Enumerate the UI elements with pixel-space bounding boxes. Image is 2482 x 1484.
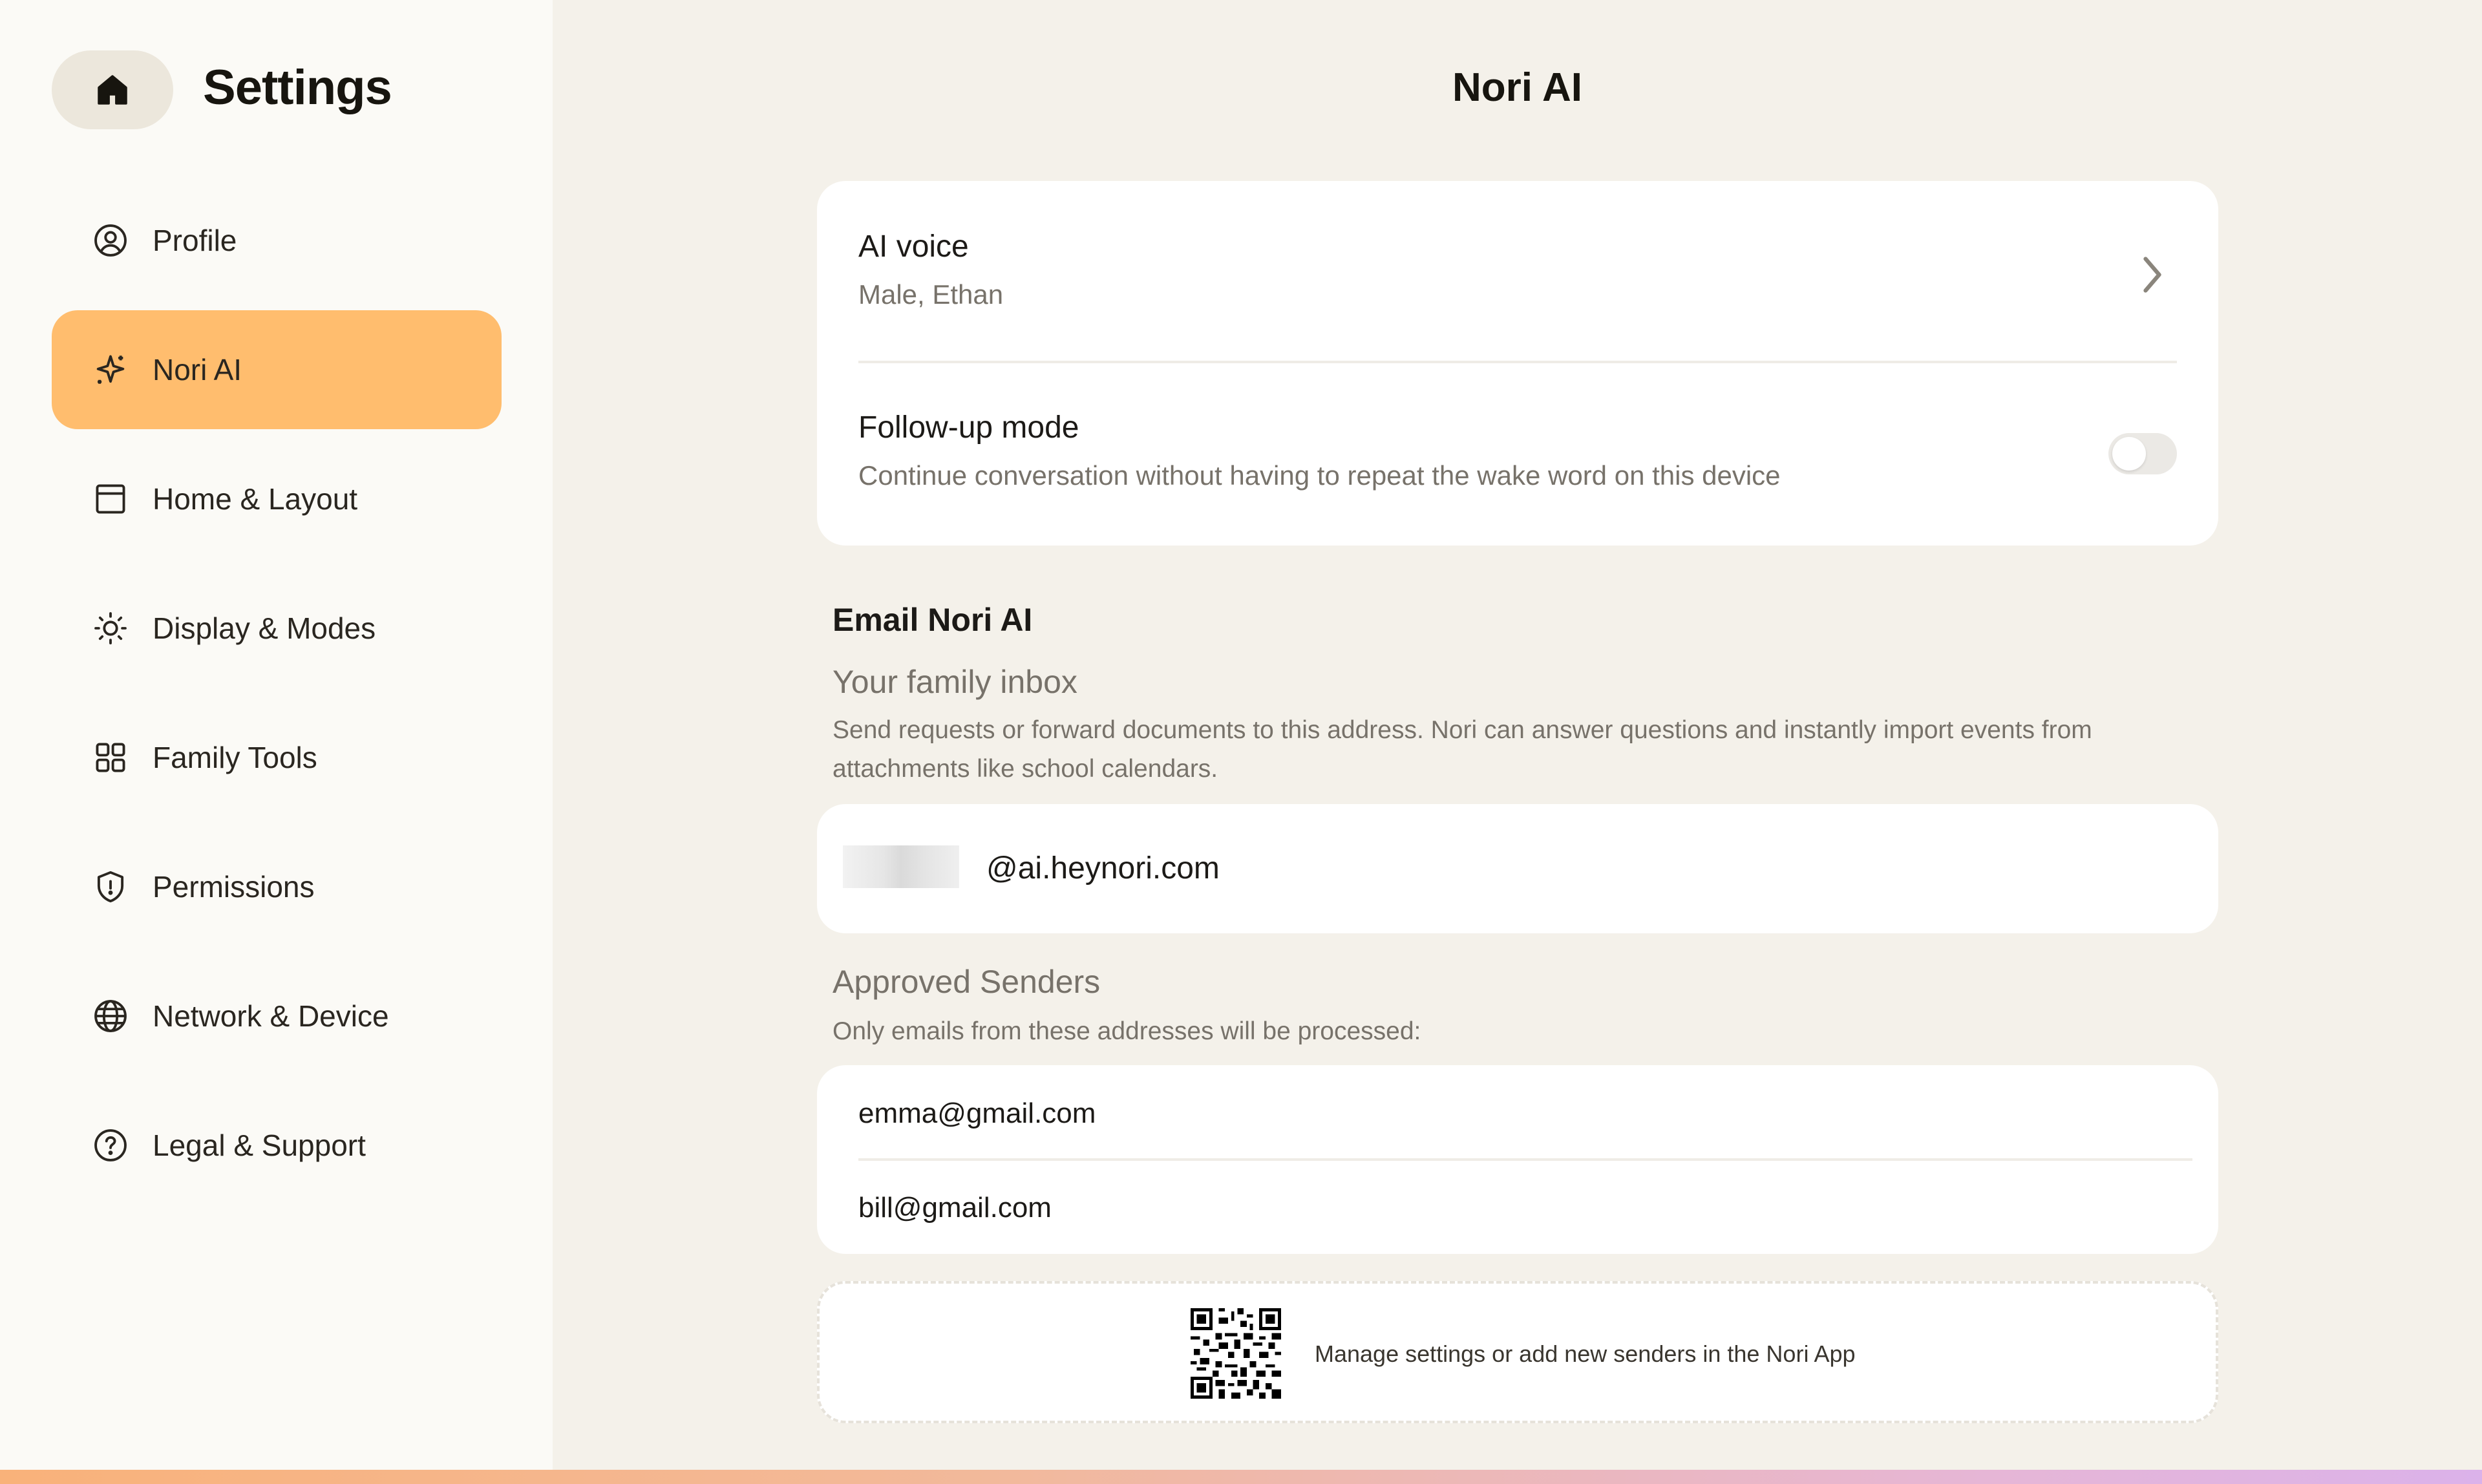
sidebar-item-permissions[interactable]: Permissions (52, 827, 502, 946)
sidebar-item-label: Permissions (153, 870, 315, 904)
sidebar-item-label: Family Tools (153, 741, 317, 774)
sidebar-item-label: Profile (153, 224, 237, 257)
sidebar-item-profile[interactable]: Profile (52, 181, 502, 300)
follow-up-row: Follow-up mode Continue conversation wit… (817, 363, 2218, 546)
ai-voice-label: AI voice (858, 229, 969, 264)
ai-settings-card: AI voice Male, Ethan Follow-up mode Cont… (817, 181, 2218, 546)
sidebar: Settings Profile Nori AI Home & Layout D… (0, 0, 553, 1484)
shield-icon (92, 868, 129, 906)
ai-voice-row[interactable]: AI voice Male, Ethan (817, 181, 2218, 363)
list-item: bill@gmail.com (858, 1192, 1052, 1224)
sidebar-item-nori-ai[interactable]: Nori AI (52, 310, 502, 429)
page-title: Nori AI (1452, 65, 1582, 110)
chevron-right-icon (2143, 257, 2161, 293)
home-icon (98, 75, 127, 105)
nori-app-qr-card: Manage settings or add new senders in th… (817, 1281, 2218, 1423)
user-circle-icon (92, 222, 129, 259)
sidebar-item-legal-support[interactable]: Legal & Support (52, 1086, 502, 1205)
sidebar-item-network-device[interactable]: Network & Device (52, 957, 502, 1076)
family-inbox-heading: Your family inbox (833, 664, 1077, 700)
home-button[interactable] (52, 50, 173, 129)
sidebar-item-label: Network & Device (153, 999, 389, 1033)
qr-instructions: Manage settings or add new senders in th… (1315, 1341, 1856, 1367)
qr-code-icon (1191, 1308, 1281, 1399)
sidebar-item-family-tools[interactable]: Family Tools (52, 698, 502, 817)
email-domain: @ai.heynori.com (986, 851, 1220, 885)
approved-senders-description: Only emails from these addresses will be… (833, 1017, 1421, 1045)
redacted-email-prefix (843, 845, 959, 888)
settings-title: Settings (203, 60, 392, 115)
ai-voice-value: Male, Ethan (858, 279, 1004, 310)
sidebar-item-display-modes[interactable]: Display & Modes (52, 569, 502, 688)
approved-senders-list: emma@gmail.com bill@gmail.com (817, 1065, 2218, 1254)
toggle-knob (2112, 437, 2146, 471)
help-circle-icon (92, 1127, 129, 1164)
sidebar-item-label: Home & Layout (153, 482, 358, 516)
follow-up-toggle[interactable] (2108, 433, 2177, 474)
layout-icon (92, 480, 129, 518)
sidebar-item-home-layout[interactable]: Home & Layout (52, 440, 502, 558)
sidebar-nav: Profile Nori AI Home & Layout Display & … (52, 181, 502, 1215)
sun-icon (92, 610, 129, 647)
globe-icon (92, 997, 129, 1035)
divider (858, 1158, 2192, 1161)
family-inbox-email-card[interactable]: @ai.heynori.com (817, 804, 2218, 933)
follow-up-description: Continue conversation without having to … (858, 460, 1781, 491)
email-section-title: Email Nori AI (833, 602, 1033, 638)
sparkle-icon (92, 351, 129, 388)
follow-up-label: Follow-up mode (858, 410, 1079, 445)
approved-senders-heading: Approved Senders (833, 964, 1101, 1000)
family-inbox-description: Send requests or forward documents to th… (833, 716, 2092, 783)
list-item: emma@gmail.com (858, 1097, 1096, 1129)
bottom-gradient-bar (0, 1470, 2482, 1484)
grid-icon (92, 739, 129, 776)
sidebar-item-label: Display & Modes (153, 611, 376, 645)
sidebar-item-label: Nori AI (153, 353, 242, 387)
sidebar-item-label: Legal & Support (153, 1129, 366, 1162)
